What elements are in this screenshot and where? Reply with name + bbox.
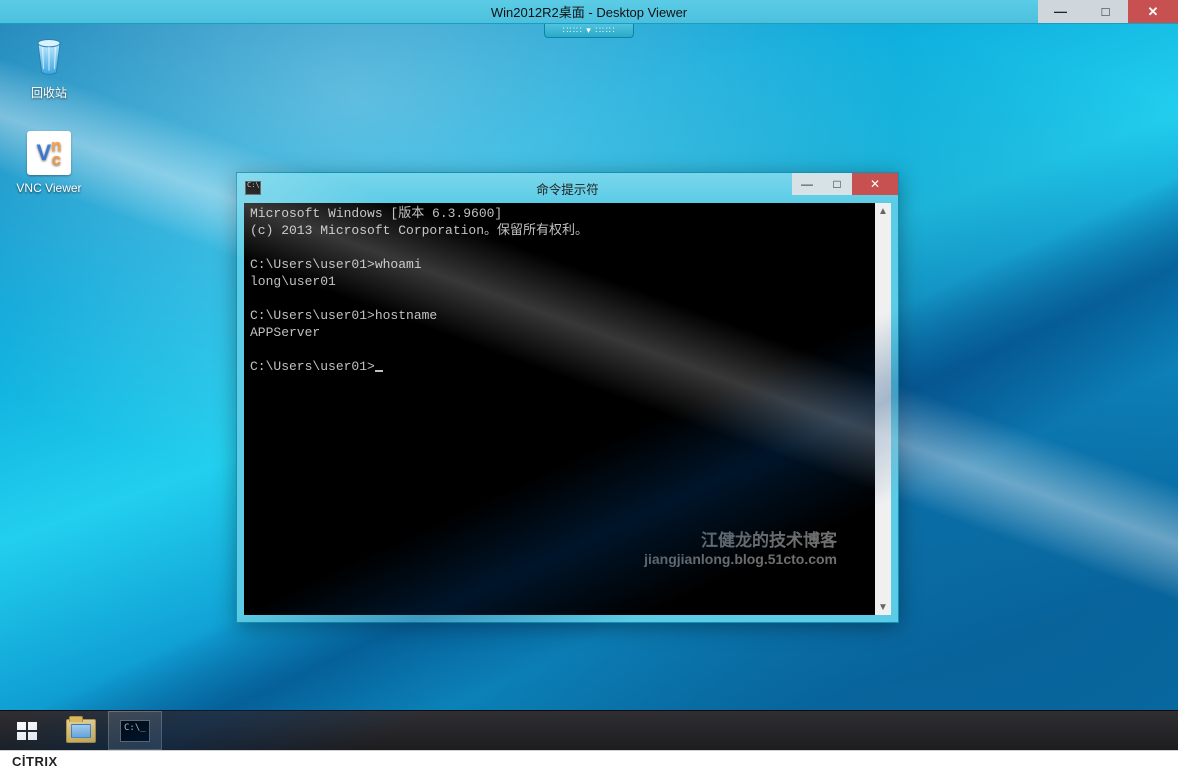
scroll-down-button[interactable]: ▼ (875, 599, 891, 615)
cmd-taskbar-icon (120, 720, 150, 742)
taskbar-explorer-button[interactable] (54, 711, 108, 750)
cmd-output[interactable]: Microsoft Windows [版本 6.3.9600] (c) 2013… (250, 205, 875, 615)
vnc-v-glyph: V (36, 140, 51, 166)
cmd-titlebar[interactable]: 命令提示符 — □ ✕ (237, 173, 898, 203)
viewer-titlebar: Win2012R2桌面 - Desktop Viewer — □ ✕ (0, 0, 1178, 24)
vnc-viewer-icon[interactable]: Vn c VNC Viewer (12, 125, 86, 199)
citrix-brand: CİTRIX (12, 754, 58, 769)
cmd-close-button[interactable]: ✕ (852, 173, 898, 195)
close-button[interactable]: ✕ (1128, 0, 1178, 23)
viewer-title: Win2012R2桌面 - Desktop Viewer (0, 2, 1178, 21)
vnc-viewer-label: VNC Viewer (12, 181, 86, 195)
start-button[interactable] (0, 711, 54, 750)
citrix-footer: CİTRIX (0, 750, 1178, 772)
maximize-button[interactable]: □ (1083, 0, 1128, 23)
taskbar-cmd-button[interactable] (108, 711, 162, 750)
command-prompt-window[interactable]: 命令提示符 — □ ✕ Microsoft Windows [版本 6.3.96… (236, 172, 899, 623)
pull-tab-glyph: ∷∷∷ ▾ ∷∷∷ (563, 25, 616, 36)
cmd-client-area[interactable]: Microsoft Windows [版本 6.3.9600] (c) 2013… (244, 203, 891, 615)
trash-icon (25, 32, 73, 80)
vnc-nc-glyph: n c (51, 139, 61, 168)
recycle-bin-icon[interactable]: 回收站 (12, 28, 86, 105)
windows-taskbar[interactable] (0, 710, 1178, 750)
windows-logo-icon (15, 719, 39, 743)
recycle-bin-label: 回收站 (12, 84, 86, 101)
viewer-toolbar-pull-tab[interactable]: ∷∷∷ ▾ ∷∷∷ (544, 24, 634, 38)
cmd-minimize-button[interactable]: — (792, 173, 822, 195)
cmd-scrollbar[interactable]: ▲ ▼ (875, 203, 891, 615)
scroll-up-button[interactable]: ▲ (875, 203, 891, 219)
vnc-icon: Vn c (25, 129, 73, 177)
desktop-icons: 回收站 Vn c VNC Viewer (12, 28, 102, 219)
cmd-maximize-button[interactable]: □ (822, 173, 852, 195)
remote-desktop[interactable]: ∷∷∷ ▾ ∷∷∷ 回收站 (0, 24, 1178, 750)
minimize-button[interactable]: — (1038, 0, 1083, 23)
viewer-window-controls: — □ ✕ (1038, 0, 1178, 23)
file-explorer-icon (66, 719, 96, 743)
cmd-window-controls: — □ ✕ (792, 173, 898, 195)
